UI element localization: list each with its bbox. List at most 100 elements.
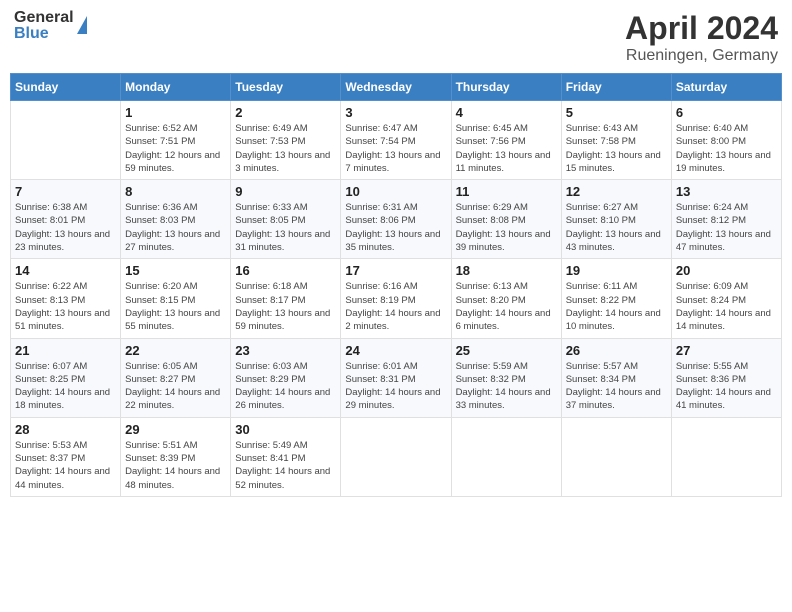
day-info: Sunrise: 6:47 AM Sunset: 7:54 PM Dayligh… [345,122,446,175]
calendar-cell: 8 Sunrise: 6:36 AM Sunset: 8:03 PM Daylig… [121,180,231,259]
calendar-cell: 30 Sunrise: 5:49 AM Sunset: 8:41 PM Dayli… [231,417,341,496]
calendar-cell: 14 Sunrise: 6:22 AM Sunset: 8:13 PM Dayli… [11,259,121,338]
day-number: 6 [676,105,777,120]
calendar-cell: 24 Sunrise: 6:01 AM Sunset: 8:31 PM Dayli… [341,338,451,417]
calendar-week-4: 28 Sunrise: 5:53 AM Sunset: 8:37 PM Dayli… [11,417,782,496]
day-number: 24 [345,343,446,358]
day-info: Sunrise: 6:01 AM Sunset: 8:31 PM Dayligh… [345,360,446,413]
day-info: Sunrise: 6:29 AM Sunset: 8:08 PM Dayligh… [456,201,557,254]
calendar-cell: 1 Sunrise: 6:52 AM Sunset: 7:51 PM Daylig… [121,101,231,180]
day-number: 1 [125,105,226,120]
calendar-cell: 21 Sunrise: 6:07 AM Sunset: 8:25 PM Dayli… [11,338,121,417]
day-number: 10 [345,184,446,199]
logo-text: General Blue [14,10,74,42]
calendar-cell: 12 Sunrise: 6:27 AM Sunset: 8:10 PM Dayli… [561,180,671,259]
day-number: 14 [15,263,116,278]
day-number: 11 [456,184,557,199]
day-number: 17 [345,263,446,278]
day-info: Sunrise: 6:18 AM Sunset: 8:17 PM Dayligh… [235,280,336,333]
calendar-cell: 27 Sunrise: 5:55 AM Sunset: 8:36 PM Dayli… [671,338,781,417]
header-day-wednesday: Wednesday [341,74,451,101]
calendar-header: SundayMondayTuesdayWednesdayThursdayFrid… [11,74,782,101]
header-day-sunday: Sunday [11,74,121,101]
day-info: Sunrise: 6:33 AM Sunset: 8:05 PM Dayligh… [235,201,336,254]
calendar-cell: 13Sunrise: 6:24 AM Sunset: 8:12 PM Dayli… [671,180,781,259]
calendar-week-3: 21 Sunrise: 6:07 AM Sunset: 8:25 PM Dayli… [11,338,782,417]
day-info: Sunrise: 6:13 AM Sunset: 8:20 PM Dayligh… [456,280,557,333]
day-number: 22 [125,343,226,358]
location-subtitle: Rueningen, Germany [625,47,778,65]
calendar-cell: 11 Sunrise: 6:29 AM Sunset: 8:08 PM Dayli… [451,180,561,259]
day-number: 28 [15,422,116,437]
day-info: Sunrise: 5:51 AM Sunset: 8:39 PM Dayligh… [125,439,226,492]
calendar-cell: 29 Sunrise: 5:51 AM Sunset: 8:39 PM Dayli… [121,417,231,496]
day-number: 7 [15,184,116,199]
month-title: April 2024 [625,10,778,47]
calendar-week-2: 14 Sunrise: 6:22 AM Sunset: 8:13 PM Dayli… [11,259,782,338]
day-number: 27 [676,343,777,358]
day-number: 26 [566,343,667,358]
title-area: April 2024 Rueningen, Germany [625,10,778,65]
day-info: Sunrise: 6:20 AM Sunset: 8:15 PM Dayligh… [125,280,226,333]
day-number: 16 [235,263,336,278]
calendar-week-1: 7 Sunrise: 6:38 AM Sunset: 8:01 PM Daylig… [11,180,782,259]
calendar-cell: 15Sunrise: 6:20 AM Sunset: 8:15 PM Dayli… [121,259,231,338]
day-number: 4 [456,105,557,120]
calendar-cell: 19Sunrise: 6:11 AM Sunset: 8:22 PM Dayli… [561,259,671,338]
day-info: Sunrise: 6:09 AM Sunset: 8:24 PM Dayligh… [676,280,777,333]
calendar-cell [11,101,121,180]
calendar-cell: 3Sunrise: 6:47 AM Sunset: 7:54 PM Daylig… [341,101,451,180]
logo: General Blue [14,10,87,42]
day-number: 12 [566,184,667,199]
calendar-cell: 6Sunrise: 6:40 AM Sunset: 8:00 PM Daylig… [671,101,781,180]
day-number: 9 [235,184,336,199]
day-info: Sunrise: 6:11 AM Sunset: 8:22 PM Dayligh… [566,280,667,333]
logo-general: General [14,10,74,26]
day-number: 2 [235,105,336,120]
header-day-monday: Monday [121,74,231,101]
day-info: Sunrise: 6:45 AM Sunset: 7:56 PM Dayligh… [456,122,557,175]
header-row: SundayMondayTuesdayWednesdayThursdayFrid… [11,74,782,101]
day-info: Sunrise: 5:57 AM Sunset: 8:34 PM Dayligh… [566,360,667,413]
day-info: Sunrise: 6:36 AM Sunset: 8:03 PM Dayligh… [125,201,226,254]
calendar-cell [341,417,451,496]
header-day-friday: Friday [561,74,671,101]
day-info: Sunrise: 6:05 AM Sunset: 8:27 PM Dayligh… [125,360,226,413]
day-info: Sunrise: 6:07 AM Sunset: 8:25 PM Dayligh… [15,360,116,413]
day-number: 21 [15,343,116,358]
day-number: 30 [235,422,336,437]
day-info: Sunrise: 6:38 AM Sunset: 8:01 PM Dayligh… [15,201,116,254]
day-number: 25 [456,343,557,358]
day-number: 18 [456,263,557,278]
calendar-table: SundayMondayTuesdayWednesdayThursdayFrid… [10,73,782,497]
header-day-thursday: Thursday [451,74,561,101]
calendar-cell: 28 Sunrise: 5:53 AM Sunset: 8:37 PM Dayli… [11,417,121,496]
day-info: Sunrise: 6:49 AM Sunset: 7:53 PM Dayligh… [235,122,336,175]
calendar-cell: 4 Sunrise: 6:45 AM Sunset: 7:56 PM Daylig… [451,101,561,180]
header-day-saturday: Saturday [671,74,781,101]
calendar-cell: 5 Sunrise: 6:43 AM Sunset: 7:58 PM Daylig… [561,101,671,180]
day-info: Sunrise: 5:59 AM Sunset: 8:32 PM Dayligh… [456,360,557,413]
day-info: Sunrise: 5:55 AM Sunset: 8:36 PM Dayligh… [676,360,777,413]
header: General Blue April 2024 Rueningen, Germa… [10,10,782,65]
day-number: 8 [125,184,226,199]
calendar-cell: 16 Sunrise: 6:18 AM Sunset: 8:17 PM Dayli… [231,259,341,338]
day-info: Sunrise: 6:43 AM Sunset: 7:58 PM Dayligh… [566,122,667,175]
calendar-cell: 17 Sunrise: 6:16 AM Sunset: 8:19 PM Dayli… [341,259,451,338]
logo-blue: Blue [14,26,74,42]
day-number: 23 [235,343,336,358]
day-info: Sunrise: 6:27 AM Sunset: 8:10 PM Dayligh… [566,201,667,254]
day-info: Sunrise: 6:22 AM Sunset: 8:13 PM Dayligh… [15,280,116,333]
calendar-cell [671,417,781,496]
day-info: Sunrise: 6:52 AM Sunset: 7:51 PM Dayligh… [125,122,226,175]
calendar-cell: 9 Sunrise: 6:33 AM Sunset: 8:05 PM Daylig… [231,180,341,259]
day-info: Sunrise: 6:16 AM Sunset: 8:19 PM Dayligh… [345,280,446,333]
day-info: Sunrise: 5:49 AM Sunset: 8:41 PM Dayligh… [235,439,336,492]
day-number: 29 [125,422,226,437]
calendar-cell: 22 Sunrise: 6:05 AM Sunset: 8:27 PM Dayli… [121,338,231,417]
day-number: 5 [566,105,667,120]
calendar-cell [561,417,671,496]
calendar-cell: 10Sunrise: 6:31 AM Sunset: 8:06 PM Dayli… [341,180,451,259]
calendar-cell: 23Sunrise: 6:03 AM Sunset: 8:29 PM Dayli… [231,338,341,417]
day-info: Sunrise: 5:53 AM Sunset: 8:37 PM Dayligh… [15,439,116,492]
